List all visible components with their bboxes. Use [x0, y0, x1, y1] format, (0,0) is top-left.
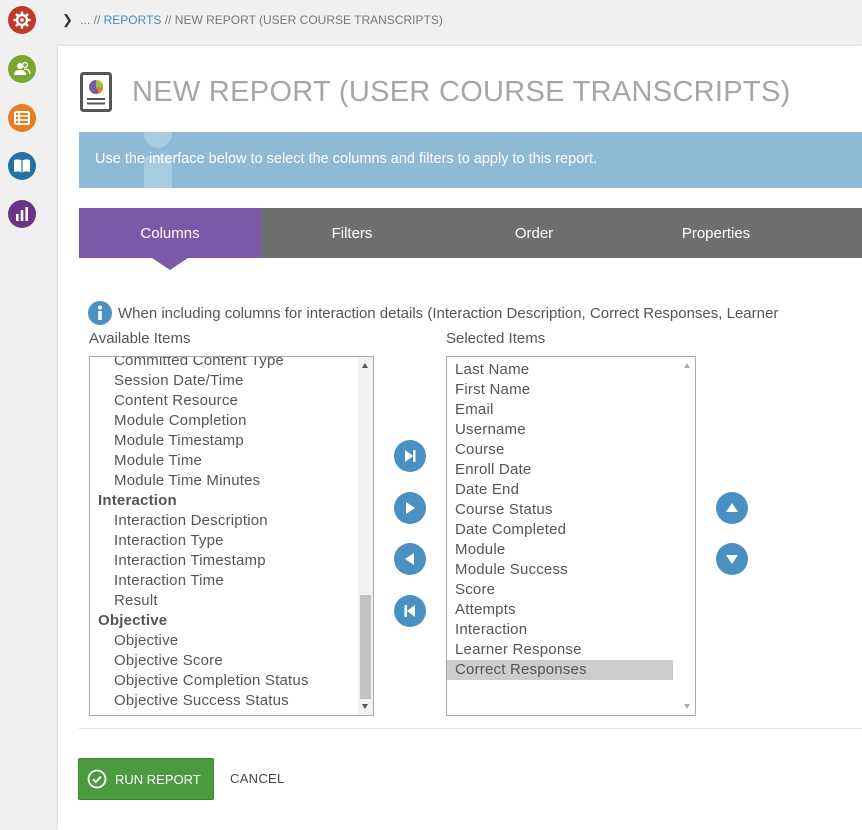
list-item[interactable]: Result — [90, 591, 357, 611]
breadcrumb-ellipsis[interactable]: ... — [80, 13, 90, 27]
note-text: When including columns for interaction d… — [118, 304, 779, 322]
selected-items-list[interactable]: Last Name First Name Email Username Course En… — [446, 356, 696, 716]
breadcrumb: ❯ ... // REPORTS // NEW REPORT (USER COU… — [62, 12, 443, 28]
settings-gear-icon[interactable] — [8, 6, 36, 34]
reports-chart-icon[interactable] — [8, 200, 36, 228]
list-item[interactable]: Score — [447, 580, 673, 600]
breadcrumb-current: NEW REPORT (USER COURSE TRANSCRIPTS) — [174, 13, 443, 27]
list-item[interactable]: Attempts — [447, 600, 673, 620]
list-item[interactable]: Enroll Date — [447, 460, 673, 480]
list-item[interactable]: Interaction Timestamp — [90, 551, 357, 571]
move-down-icon — [726, 555, 738, 564]
move-left-icon — [405, 553, 414, 565]
scroll-up-arrow-icon[interactable] — [684, 363, 690, 368]
list-item[interactable]: Objective Completion Status — [90, 671, 357, 691]
list-item[interactable]: Interaction Description — [90, 511, 357, 531]
check-circle-icon — [87, 769, 107, 789]
move-right-icon — [406, 502, 415, 514]
list-item[interactable]: Learner Response — [447, 640, 673, 660]
list-item[interactable]: Objective — [90, 631, 357, 651]
move-left-button[interactable] — [394, 543, 426, 575]
list-item[interactable]: Objective Score — [90, 651, 357, 671]
run-report-label: RUN REPORT — [115, 771, 201, 787]
list-item[interactable]: Module Time — [90, 451, 357, 471]
report-tabs: Columns Filters Order Properties — [79, 208, 862, 270]
selected-items-scroll: Last Name First Name Email Username Course En… — [447, 360, 679, 715]
move-right-button[interactable] — [394, 492, 426, 524]
chevron-right-icon: ❯ — [62, 12, 73, 27]
left-nav-rail — [0, 0, 44, 830]
tab-filters[interactable]: Filters — [261, 208, 443, 258]
book-icon[interactable] — [8, 152, 36, 180]
page-title: NEW REPORT (USER COURSE TRANSCRIPTS) — [132, 75, 791, 108]
move-all-left-button[interactable] — [394, 595, 426, 627]
list-item[interactable]: Email — [447, 400, 673, 420]
banner-text: Use the interface below to select the co… — [95, 151, 598, 167]
available-items-list[interactable]: Committed Content Type Session Date/Time C… — [89, 356, 374, 716]
report-builder-card: NEW REPORT (USER COURSE TRANSCRIPTS) Use… — [58, 46, 862, 830]
list-group-header[interactable]: Interaction — [90, 491, 357, 511]
list-item[interactable]: Objective Success Status — [90, 691, 357, 711]
available-list-scrollbar[interactable] — [358, 357, 373, 715]
list-item[interactable]: Module Completion — [90, 411, 357, 431]
scroll-up-arrow-icon[interactable] — [362, 363, 368, 368]
report-document-icon — [80, 72, 112, 112]
move-all-right-button[interactable] — [394, 440, 426, 472]
move-up-button[interactable] — [716, 492, 748, 524]
move-down-button[interactable] — [716, 543, 748, 575]
list-item[interactable]: Session Date/Time — [90, 371, 357, 391]
tab-properties[interactable]: Properties — [625, 208, 807, 258]
breadcrumb-separator: // — [93, 13, 101, 27]
interaction-note: When including columns for interaction d… — [88, 301, 778, 325]
move-up-icon — [726, 503, 738, 512]
footer-divider — [79, 728, 862, 729]
run-report-button[interactable]: RUN REPORT — [78, 758, 214, 800]
tab-order[interactable]: Order — [443, 208, 625, 258]
list-item[interactable]: Module Timestamp — [90, 431, 357, 451]
selected-list-scrollbar[interactable] — [680, 357, 695, 715]
catalog-icon[interactable] — [8, 104, 36, 132]
list-item[interactable]: Username — [447, 420, 673, 440]
breadcrumb-separator: // — [164, 13, 172, 27]
users-icon[interactable] — [8, 55, 36, 83]
title-row: NEW REPORT (USER COURSE TRANSCRIPTS) — [80, 70, 791, 114]
move-all-left-icon — [404, 605, 415, 617]
list-item[interactable]: Last Name — [447, 360, 673, 380]
list-item[interactable]: Interaction Time — [90, 571, 357, 591]
available-items-label: Available Items — [89, 330, 191, 347]
available-items-scroll: Committed Content Type Session Date/Time C… — [90, 357, 357, 715]
list-item[interactable]: Interaction Type — [90, 531, 357, 551]
list-item[interactable]: Module Time Minutes — [90, 471, 357, 491]
cancel-link[interactable]: CANCEL — [230, 771, 285, 786]
list-item[interactable]: Committed Content Type — [90, 357, 357, 371]
list-group-header[interactable]: Objective — [90, 611, 357, 631]
list-item[interactable]: Module — [447, 540, 673, 560]
list-item[interactable]: Date Completed — [447, 520, 673, 540]
scroll-down-arrow-icon[interactable] — [684, 704, 690, 709]
list-item[interactable]: Course Status — [447, 500, 673, 520]
scroll-thumb[interactable] — [360, 595, 371, 699]
list-item[interactable]: Correct Responses — [447, 660, 673, 680]
list-item[interactable]: Interaction — [447, 620, 673, 640]
tab-columns[interactable]: Columns — [79, 208, 261, 270]
list-item[interactable]: Course — [447, 440, 673, 460]
scroll-down-arrow-icon[interactable] — [362, 704, 368, 709]
move-all-right-icon — [405, 450, 416, 462]
list-item[interactable]: Content Resource — [90, 391, 357, 411]
info-banner: Use the interface below to select the co… — [79, 132, 862, 188]
list-item[interactable]: Date End — [447, 480, 673, 500]
selected-items-label: Selected Items — [446, 330, 546, 347]
list-item[interactable]: Module Success — [447, 560, 673, 580]
info-icon — [88, 301, 112, 325]
breadcrumb-reports-link[interactable]: REPORTS — [104, 13, 162, 27]
list-item[interactable]: First Name — [447, 380, 673, 400]
